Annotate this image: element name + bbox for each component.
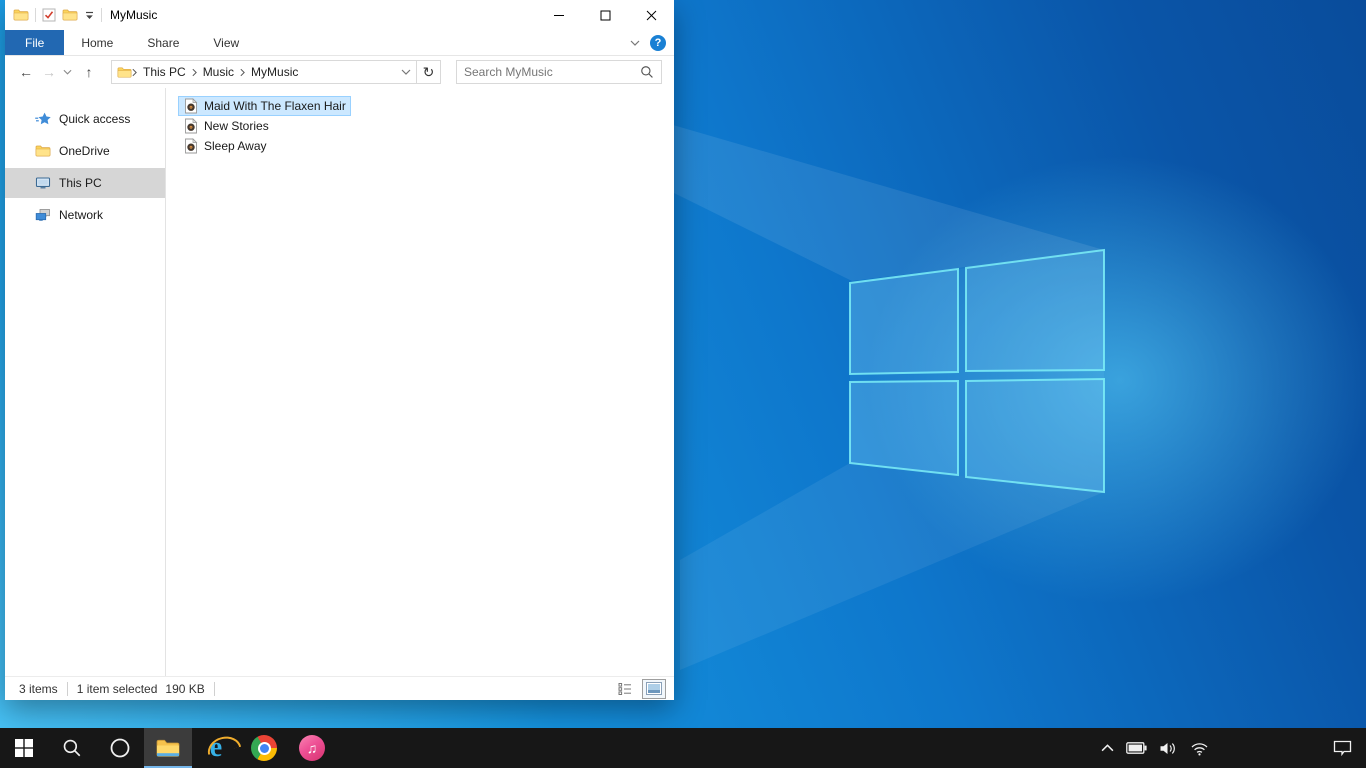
file-explorer-window: MyMusic File Home Share View ? ← → ↑ Thi… [5,0,674,700]
tab-view[interactable]: View [196,30,256,55]
internet-explorer-button[interactable]: e [192,728,240,768]
details-view-button[interactable] [613,679,637,699]
search-icon [62,738,82,758]
ribbon-tab-bar: File Home Share View ? [5,30,674,56]
details-view-icon [618,682,631,695]
separator [35,8,36,22]
help-icon[interactable]: ? [650,34,666,51]
large-icons-view-button[interactable] [642,678,666,699]
tab-file[interactable]: File [5,30,65,55]
file-item-selected[interactable]: Maid With The Flaxen Hair [178,96,351,116]
chrome-icon [251,735,277,761]
selection-count: 1 item selected [76,681,158,696]
maximize-icon [600,10,610,20]
explorer-folder-icon [13,7,29,23]
audio-file-icon [183,138,199,154]
chrome-button[interactable] [240,728,288,768]
music-note-icon: ♫ [299,735,325,761]
close-button[interactable] [628,0,674,30]
ie-icon: e [209,732,223,763]
system-tray [1101,728,1366,768]
search-icon[interactable] [640,65,654,79]
file-item[interactable]: Sleep Away [178,136,272,156]
status-bar: 3 items 1 item selected 190 KB [5,676,674,700]
separator [101,8,102,22]
minimize-button[interactable] [536,0,582,30]
sidebar-item-label: Network [59,208,104,222]
file-list-pane[interactable]: Maid With The Flaxen Hair New Stories Sl… [166,88,674,676]
file-name: New Stories [204,119,269,133]
search-input[interactable] [464,65,640,79]
start-button[interactable] [0,728,48,768]
taskbar-search-button[interactable] [48,728,96,768]
breadcrumb-music[interactable]: Music [197,65,240,79]
tab-share[interactable]: Share [130,30,196,55]
view-switcher [613,678,666,699]
audio-file-icon [183,98,199,114]
caption-buttons [536,0,674,30]
folder-icon [117,65,132,80]
battery-icon[interactable] [1126,741,1147,755]
properties-check-icon[interactable] [42,8,56,22]
hidden-icons-chevron-icon[interactable] [1101,744,1114,752]
quick-access-star-icon [35,111,51,127]
wifi-icon[interactable] [1190,741,1209,756]
large-icons-view-icon [646,682,662,695]
sidebar-item-label: This PC [59,176,102,190]
customize-qat-arrow-icon[interactable] [84,11,95,20]
sidebar-item-network[interactable]: Network [5,200,165,230]
recent-locations-chevron-icon[interactable] [63,69,75,75]
window-title: MyMusic [110,8,158,22]
close-icon [646,10,656,20]
address-dropdown-chevron-icon[interactable] [396,69,416,75]
file-explorer-icon [156,739,180,757]
new-folder-icon[interactable] [62,7,78,23]
navigation-pane: Quick access OneDrive This PC Network [5,88,165,676]
file-name: Sleep Away [204,139,267,153]
audio-file-icon [183,118,199,134]
folder-icon [35,143,51,159]
sidebar-item-onedrive[interactable]: OneDrive [5,136,165,166]
items-count: 3 items [19,681,58,696]
expand-ribbon-chevron-icon[interactable] [630,40,640,46]
forward-button[interactable]: → [40,65,58,79]
volume-icon[interactable] [1159,741,1178,756]
search-box [456,60,662,84]
network-icon [35,207,51,223]
cortana-button[interactable] [96,728,144,768]
minimize-icon [554,14,564,16]
monitor-icon [35,175,51,191]
separator [66,681,68,696]
cortana-circle-icon [110,738,130,758]
file-item[interactable]: New Stories [178,116,274,136]
windows-logo-icon [15,739,33,757]
up-button[interactable]: ↑ [80,65,98,79]
maximize-button[interactable] [582,0,628,30]
address-bar[interactable]: This PC Music MyMusic ↻ [111,60,441,84]
navigation-toolbar: ← → ↑ This PC Music MyMusic ↻ [5,56,674,88]
sidebar-item-this-pc[interactable]: This PC [5,168,165,198]
action-center-icon[interactable] [1333,740,1352,756]
separator [213,681,215,696]
screen: MyMusic File Home Share View ? ← → ↑ Thi… [0,0,1366,768]
file-name: Maid With The Flaxen Hair [204,99,346,113]
sidebar-item-quick-access[interactable]: Quick access [5,104,165,134]
back-button[interactable]: ← [17,65,35,79]
sidebar-item-label: OneDrive [59,144,110,158]
taskbar: e ♫ [0,728,1366,768]
ribbon-right-controls: ? [630,30,674,55]
tab-home[interactable]: Home [64,30,130,55]
window-body: Quick access OneDrive This PC Network Ma… [5,88,674,676]
file-list: Maid With The Flaxen Hair New Stories Sl… [178,96,674,156]
quick-access-toolbar [13,7,102,23]
taskbar-file-explorer-button[interactable] [144,728,192,768]
itunes-button[interactable]: ♫ [288,728,336,768]
refresh-button[interactable]: ↻ [416,61,440,83]
breadcrumb-this-pc[interactable]: This PC [137,65,192,79]
sidebar-item-label: Quick access [59,112,131,126]
breadcrumb-mymusic[interactable]: MyMusic [245,65,304,79]
selection-size: 190 KB [165,681,205,696]
title-bar[interactable]: MyMusic [5,0,674,30]
